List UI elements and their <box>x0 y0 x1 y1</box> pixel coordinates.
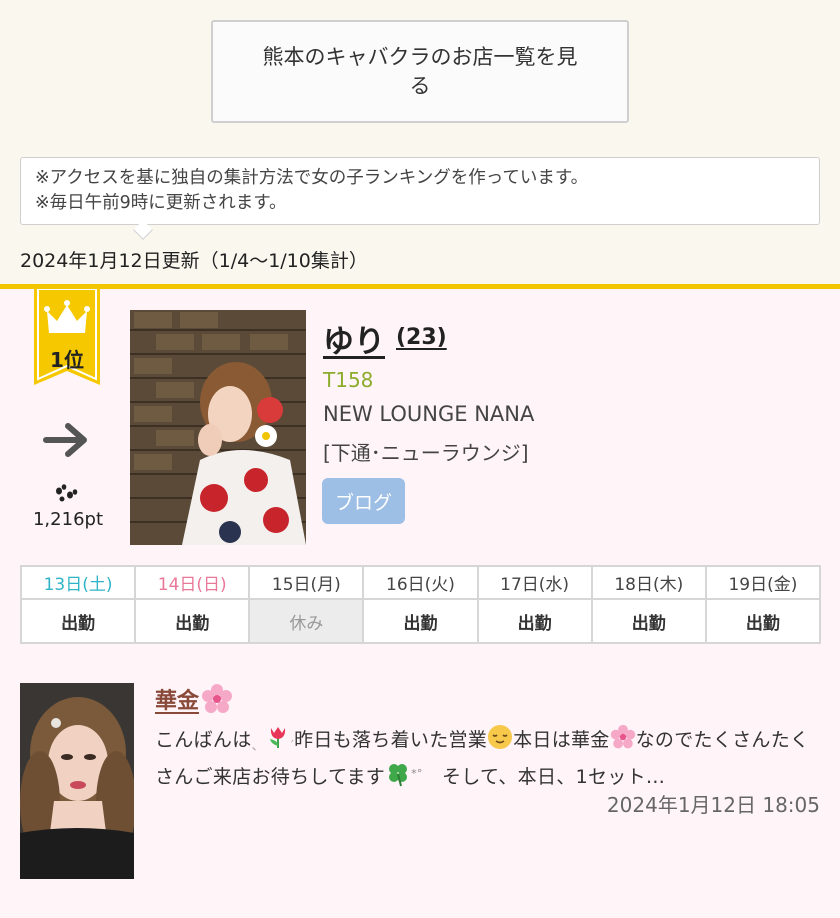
weekly-schedule: 13日(土) 14日(日) 15日(月) 16日(火) 17日(水) 18日(木… <box>19 565 822 644</box>
arrow-right-icon <box>42 418 92 462</box>
four-leaf-clover-icon <box>389 764 408 787</box>
blog-excerpt: こんばんは、 ′昨日も落ち着いた営業 本日は華金 なのでたくさんたくさんご来店お待ちし… <box>155 724 815 791</box>
rank-label: 1位 <box>50 348 84 372</box>
paw-icon <box>51 482 81 506</box>
schedule-status: 出勤 <box>134 598 251 644</box>
schedule-status: 出勤 <box>476 598 593 644</box>
schedule-status: 出勤 <box>590 598 707 644</box>
notice-line-1: ※アクセスを基に独自の集計方法で女の子ランキングを作っています。 <box>35 168 589 188</box>
blog-date: 2024年1月12日 18:05 <box>606 793 820 817</box>
schedule-day: 18日(木) <box>590 565 707 600</box>
shop-name-link[interactable]: NEW LOUNGE NANA <box>323 402 534 426</box>
schedule-day: 13日(土) <box>19 565 137 600</box>
blog-title-link[interactable]: 華金 <box>155 683 233 715</box>
blog-thumbnail[interactable] <box>20 683 134 879</box>
schedule-status: 出勤 <box>704 598 822 644</box>
excerpt-text-1: こんばんは <box>155 729 252 751</box>
girl-name-link[interactable]: ゆり <box>323 316 385 361</box>
shop-area: [下通･ニューラウンジ] <box>323 441 529 465</box>
schedule-days-row: 13日(土) 14日(日) 15日(月) 16日(火) 17日(水) 18日(木… <box>19 565 822 600</box>
profile-photo[interactable] <box>130 310 306 545</box>
girl-height: T158 <box>323 368 374 392</box>
excerpt-text-5: そして、本日、1セット… <box>422 766 666 788</box>
shop-list-button[interactable]: 熊本のキャバクラのお店一覧を見る <box>211 20 629 123</box>
schedule-day: 14日(日) <box>134 565 251 600</box>
schedule-status: 出勤 <box>19 598 137 644</box>
excerpt-text-2: 昨日も落ち着いた営業 <box>294 729 488 751</box>
schedule-status-off: 休み <box>248 598 365 644</box>
update-date: 2024年1月12日更新（1/4〜1/10集計） <box>20 250 368 272</box>
ranking-notice: ※アクセスを基に独自の集計方法で女の子ランキングを作っています。 ※毎日午前9時… <box>20 157 820 225</box>
cherry-blossom-icon <box>610 724 635 749</box>
schedule-day: 19日(金) <box>704 565 822 600</box>
girl-age[interactable]: (23) <box>396 325 447 350</box>
schedule-day: 17日(水) <box>476 565 593 600</box>
schedule-status-row: 出勤 出勤 休み 出勤 出勤 出勤 出勤 <box>19 598 822 644</box>
schedule-status: 出勤 <box>362 598 479 644</box>
sparkle-comma-icon: 、 <box>251 739 265 754</box>
relieved-face-icon <box>488 725 513 749</box>
schedule-day: 16日(火) <box>362 565 479 600</box>
excerpt-text-3: 本日は華金 <box>513 729 610 751</box>
tulip-icon <box>269 727 285 748</box>
blog-title-text: 華金 <box>155 689 200 714</box>
sparkle-icon: *° <box>411 767 423 780</box>
ranking-points: 1,216pt <box>32 509 103 530</box>
notice-line-2: ※毎日午前9時に更新されます。 <box>35 193 287 213</box>
blog-button[interactable]: ブログ <box>322 478 405 524</box>
cherry-blossom-icon <box>202 684 233 713</box>
schedule-day: 15日(月) <box>248 565 365 600</box>
